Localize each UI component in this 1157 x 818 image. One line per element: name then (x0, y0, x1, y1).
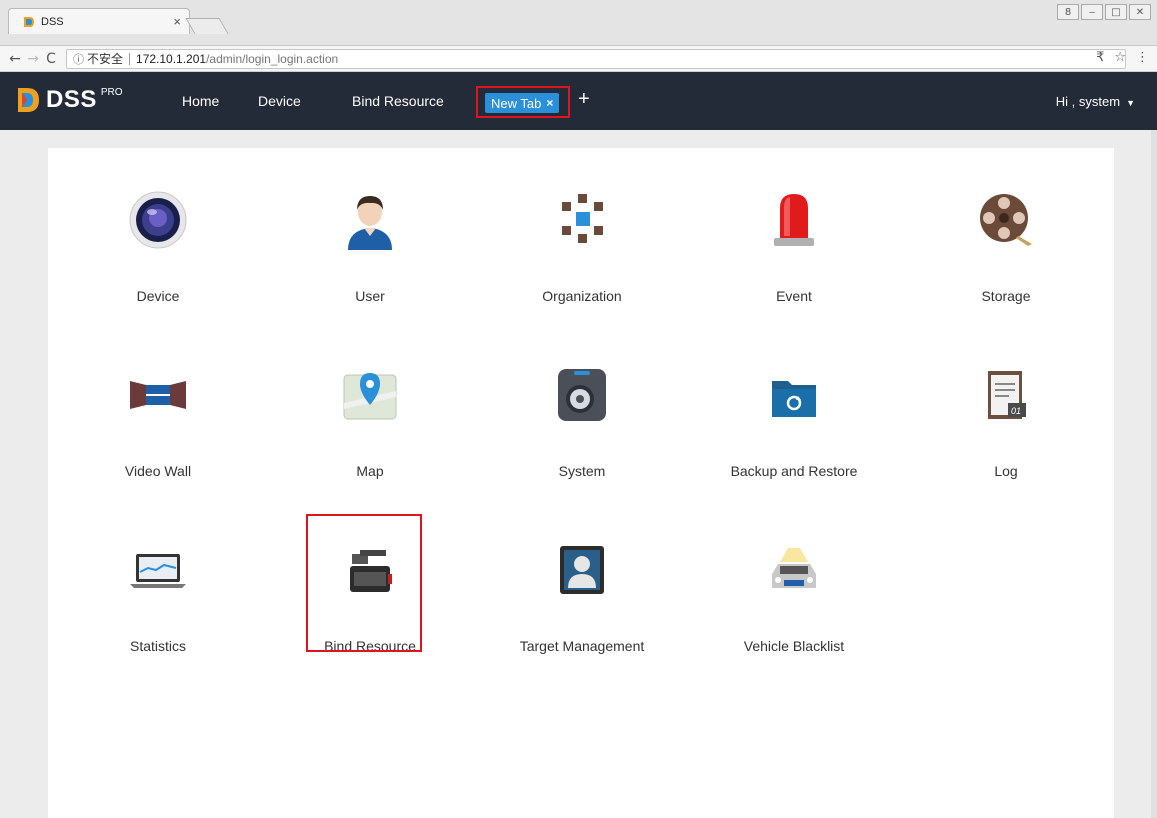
maximize-button[interactable]: □ (1105, 4, 1127, 20)
module-label: Vehicle Blacklist (743, 638, 845, 654)
module-panel: Device User Organization Event Storage V… (48, 148, 1114, 818)
new-browser-tab-button[interactable] (185, 18, 229, 34)
url-input[interactable]: ⓘ 不安全 172.10.1.201 /admin/login_login.ac… (66, 48, 1126, 69)
reload-icon[interactable]: C (42, 51, 60, 67)
dss-favicon-icon (24, 16, 34, 27)
address-bar-actions: ₹ ☆ ⋮ (1096, 50, 1149, 65)
module-label: Target Management (519, 638, 645, 654)
address-bar: ← → C ⓘ 不安全 172.10.1.201 /admin/login_lo… (0, 46, 1157, 72)
new-tab-highlight: New Tab × (476, 86, 570, 118)
bookmark-star-icon[interactable]: ☆ (1114, 50, 1126, 65)
nav-home[interactable]: Home (182, 93, 219, 109)
module-organization[interactable]: Organization (522, 163, 642, 313)
url-path: /admin/login_login.action (206, 51, 339, 66)
logo-text: DSS (46, 86, 97, 113)
camera-lens-icon (129, 191, 187, 249)
browser-tab[interactable]: DSS × (8, 8, 190, 34)
module-target-management[interactable]: Target Management (520, 513, 644, 663)
dss-logo-mark-icon (18, 88, 39, 112)
dss-logo[interactable]: DSS PRO (16, 87, 123, 113)
statistics-laptop-icon (130, 554, 186, 588)
nav-device[interactable]: Device (258, 93, 301, 109)
backup-folder-icon (772, 381, 816, 417)
page-scrollbar[interactable] (1151, 130, 1157, 818)
module-label: Backup and Restore (730, 463, 858, 479)
close-window-button[interactable]: ✕ (1129, 4, 1151, 20)
user-greeting: Hi , system (1055, 94, 1121, 109)
module-video-wall[interactable]: Video Wall (98, 338, 218, 488)
caret-down-icon: ▼ (1126, 98, 1135, 108)
module-label: Log (994, 463, 1018, 479)
logo-pro-badge: PRO (100, 87, 123, 98)
profile-button[interactable]: 8 (1057, 4, 1079, 20)
module-backup-restore[interactable]: Backup and Restore (731, 338, 857, 488)
url-host: 172.10.1.201 (136, 51, 207, 66)
module-label: System (558, 463, 606, 479)
bind-resource-highlight (306, 514, 422, 652)
extension-icon[interactable]: ₹ (1096, 50, 1104, 65)
minimize-button[interactable]: ‒ (1081, 4, 1103, 20)
url-separator (129, 52, 131, 65)
browser-titlebar: DSS × 8 ‒ □ ✕ (0, 0, 1157, 46)
user-menu[interactable]: Hi , system ▼ (1056, 94, 1135, 109)
module-label: Event (776, 288, 812, 304)
security-status: 不安全 (87, 52, 124, 66)
module-map[interactable]: Map (310, 338, 430, 488)
module-user[interactable]: User (310, 163, 430, 313)
nav-bind-resource[interactable]: Bind Resource (352, 93, 444, 109)
target-face-icon (560, 546, 604, 594)
module-log[interactable]: 01 Log (946, 338, 1066, 488)
map-pin-icon (343, 373, 397, 420)
module-storage[interactable]: Storage (946, 163, 1066, 313)
system-gear-icon (558, 369, 606, 421)
nav-new-tab[interactable]: New Tab × (485, 93, 560, 113)
film-reel-icon (980, 194, 1032, 246)
organization-cubes-icon (562, 194, 603, 243)
module-label: Organization (542, 288, 622, 304)
module-vehicle-blacklist[interactable]: Vehicle Blacklist (734, 513, 854, 663)
module-event[interactable]: Event (734, 163, 854, 313)
module-system[interactable]: System (522, 338, 642, 488)
back-arrow-icon[interactable]: ← (6, 51, 24, 67)
tab-close-icon[interactable]: × (173, 14, 181, 29)
window-controls: 8 ‒ □ ✕ (1057, 4, 1151, 20)
module-label: Storage (981, 288, 1031, 304)
module-label: User (355, 288, 385, 304)
module-label: Device (136, 288, 180, 304)
add-tab-icon[interactable]: + (578, 88, 590, 111)
new-tab-label: New Tab (491, 95, 542, 111)
forward-arrow-icon[interactable]: → (24, 51, 42, 67)
module-device[interactable]: Device (98, 163, 218, 313)
alarm-light-icon (774, 194, 814, 246)
module-label: Video Wall (124, 463, 192, 479)
user-avatar-icon (348, 196, 392, 250)
vehicle-car-icon (772, 548, 816, 588)
svg-text:01: 01 (1011, 406, 1021, 416)
app-navbar: DSS PRO Home Device Bind Resource New Ta… (0, 72, 1157, 130)
menu-dots-icon[interactable]: ⋮ (1136, 50, 1149, 65)
module-statistics[interactable]: Statistics (98, 513, 218, 663)
module-label: Statistics (129, 638, 186, 654)
new-tab-close-icon[interactable]: × (546, 96, 553, 110)
video-wall-icon (130, 381, 186, 409)
module-label: Map (356, 463, 384, 479)
info-icon[interactable]: ⓘ (73, 51, 84, 67)
tab-title: DSS (41, 15, 64, 28)
log-notepad-icon: 01 (988, 371, 1026, 419)
